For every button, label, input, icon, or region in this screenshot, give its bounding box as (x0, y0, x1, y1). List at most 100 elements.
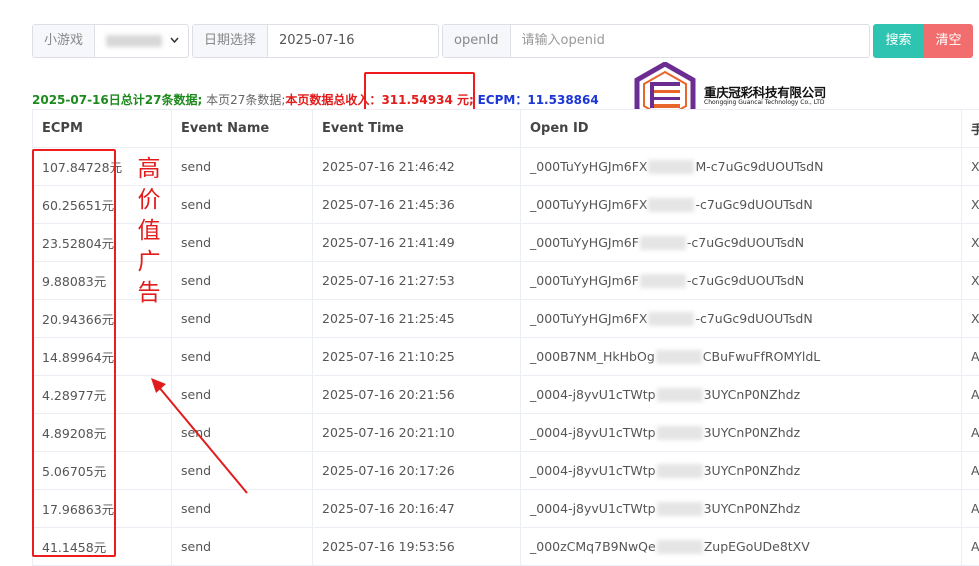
game-select-label: 小游戏 (33, 25, 95, 57)
open-id-suffix: 3UYCnP0NZhdz (704, 501, 801, 516)
date-picker-label: 日期选择 (193, 25, 268, 57)
column-header-event-time[interactable]: Event Time (313, 110, 521, 148)
event-time-cell: 2025-07-16 20:21:10 (313, 414, 521, 452)
column-header-open-id[interactable]: Open ID (521, 110, 962, 148)
extra-cell: A (962, 338, 979, 376)
table-row[interactable]: 107.84728元 send 2025-07-16 21:46:42 _000… (33, 148, 979, 186)
event-time-cell: 2025-07-16 21:27:53 (313, 262, 521, 300)
open-id-cell: _0004-j8yvU1cTWtp 3UYCnP0NZhdz (521, 490, 962, 528)
redaction-mask (640, 274, 686, 288)
events-table: ECPM Event Name Event Time Open ID 手 107… (32, 109, 979, 566)
event-name-cell: send (172, 224, 313, 262)
open-id-suffix: -c7uGc9dUOUTsdN (695, 197, 812, 212)
summary-ecpm-value: 11.538864 (527, 93, 598, 107)
table-row[interactable]: 20.94366元 send 2025-07-16 21:25:45 _000T… (33, 300, 979, 338)
open-id-cell: _0004-j8yvU1cTWtp3UYCnP0NZhdz (521, 376, 962, 414)
ecpm-cell: 5.06705元 (33, 452, 172, 490)
open-id-prefix: _0004-j8yvU1cTWtp (530, 425, 656, 440)
annotation-char: 高 (136, 154, 162, 185)
redaction-mask (657, 464, 703, 478)
open-id-cell: _000TuYyHGJm6FX-c7uGc9dUOUTsdN (521, 300, 962, 338)
openid-filter[interactable]: openId 请输入openid (442, 24, 870, 58)
ecpm-cell: 41.1458元 (33, 528, 172, 566)
event-name-cell: send (172, 452, 313, 490)
open-id-suffix: 3UYCnP0NZhdz (704, 463, 801, 478)
date-picker-value[interactable]: 2025-07-16 (268, 25, 366, 57)
chevron-down-icon[interactable] (169, 25, 180, 70)
event-time-cell: 2025-07-16 21:25:45 (313, 300, 521, 338)
redaction-mask (648, 160, 694, 174)
redaction-mask (640, 236, 686, 250)
table-row[interactable]: 14.89964元 send 2025-07-16 21:10:25 _000B… (33, 338, 979, 376)
open-id-cell: _000B7NM_HkHbOgCBuFwuFfROMYldL (521, 338, 962, 376)
open-id-cell: _000zCMq7B9NwQeZupEGoUDe8tXV (521, 528, 962, 566)
blurred-game-name (106, 35, 162, 47)
open-id-suffix: M-c7uGc9dUOUTsdN (695, 159, 823, 174)
extra-cell: A (962, 452, 979, 490)
open-id-cell: _000TuYyHGJm6F-c7uGc9dUOUTsdN (521, 262, 962, 300)
openid-input[interactable]: 请输入openid (511, 25, 869, 57)
redaction-mask (657, 426, 703, 440)
event-time-cell: 2025-07-16 21:10:25 (313, 338, 521, 376)
open-id-prefix: _000TuYyHGJm6F (530, 235, 639, 250)
redaction-mask (657, 540, 703, 554)
redaction-mask (656, 350, 702, 364)
redaction-mask (648, 198, 694, 212)
annotation-label: 高 价 值 广 告 (136, 154, 162, 309)
table-header: ECPM Event Name Event Time Open ID 手 (33, 110, 979, 148)
company-subtitle: Chongqing Guancai Technology Co., LTD (704, 99, 825, 106)
open-id-cell: _000TuYyHGJm6F-c7uGc9dUOUTsdN (521, 224, 962, 262)
open-id-prefix: _000TuYyHGJm6FX (530, 197, 647, 212)
clear-button[interactable]: 清空 (924, 24, 973, 58)
table-row[interactable]: 4.28977元 send 2025-07-16 20:21:56 _0004-… (33, 376, 979, 414)
game-select-value[interactable] (95, 25, 188, 57)
redaction-mask (657, 388, 703, 402)
open-id-cell: _0004-j8yvU1cTWtp 3UYCnP0NZhdz (521, 414, 962, 452)
column-header-ecpm[interactable]: ECPM (33, 110, 172, 148)
summary-line: 2025-07-16日总计27条数据; 本页27条数据;本页数据总收入：311.… (32, 91, 599, 108)
table-row[interactable]: 23.52804元 send 2025-07-16 21:41:49 _000T… (33, 224, 979, 262)
event-name-cell: send (172, 338, 313, 376)
table-row[interactable]: 9.88083元 send 2025-07-16 21:27:53 _000Tu… (33, 262, 979, 300)
date-picker[interactable]: 日期选择 2025-07-16 (192, 24, 439, 58)
table-row[interactable]: 17.96863元 send 2025-07-16 20:16:47 _0004… (33, 490, 979, 528)
event-time-cell: 2025-07-16 20:21:56 (313, 376, 521, 414)
open-id-suffix: 3UYCnP0NZhdz (704, 425, 801, 440)
open-id-prefix: _0004-j8yvU1cTWtp (530, 501, 656, 516)
ecpm-cell: 4.89208元 (33, 414, 172, 452)
extra-cell: X (962, 224, 979, 262)
extra-cell: X (962, 300, 979, 338)
event-time-cell: 2025-07-16 21:41:49 (313, 224, 521, 262)
extra-cell: X (962, 262, 979, 300)
ecpm-cell: 14.89964元 (33, 338, 172, 376)
open-id-cell: _0004-j8yvU1cTWtp3UYCnP0NZhdz (521, 452, 962, 490)
game-select[interactable]: 小游戏 (32, 24, 189, 58)
extra-cell: A (962, 528, 979, 566)
open-id-suffix: ZupEGoUDe8tXV (704, 539, 810, 554)
open-id-suffix: 3UYCnP0NZhdz (704, 387, 801, 402)
table-row[interactable]: 60.25651元 send 2025-07-16 21:45:36 _000T… (33, 186, 979, 224)
extra-cell: A (962, 414, 979, 452)
redaction-mask (648, 312, 694, 326)
event-name-cell: send (172, 490, 313, 528)
annotation-char: 价 (136, 185, 162, 216)
annotation-char: 告 (136, 278, 162, 309)
event-time-cell: 2025-07-16 20:16:47 (313, 490, 521, 528)
event-name-cell: send (172, 186, 313, 224)
extra-cell: X (962, 186, 979, 224)
event-name-cell: send (172, 414, 313, 452)
openid-label: openId (443, 25, 511, 57)
search-button[interactable]: 搜索 (873, 24, 924, 58)
table-row[interactable]: 41.1458元 send 2025-07-16 19:53:56 _000zC… (33, 528, 979, 566)
event-name-cell: send (172, 262, 313, 300)
column-header-event-name[interactable]: Event Name (172, 110, 313, 148)
column-header-extra[interactable]: 手 (962, 110, 979, 148)
summary-page-count: 本页27条数据; (206, 93, 285, 107)
summary-ecpm-label: ECPM： (478, 93, 528, 107)
event-time-cell: 2025-07-16 21:45:36 (313, 186, 521, 224)
table-row[interactable]: 5.06705元 send 2025-07-16 20:17:26 _0004-… (33, 452, 979, 490)
open-id-cell: _000TuYyHGJm6FXM-c7uGc9dUOUTsdN (521, 148, 962, 186)
summary-total: 2025-07-16日总计27条数据; (32, 93, 202, 107)
open-id-prefix: _000TuYyHGJm6FX (530, 311, 647, 326)
table-row[interactable]: 4.89208元 send 2025-07-16 20:21:10 _0004-… (33, 414, 979, 452)
